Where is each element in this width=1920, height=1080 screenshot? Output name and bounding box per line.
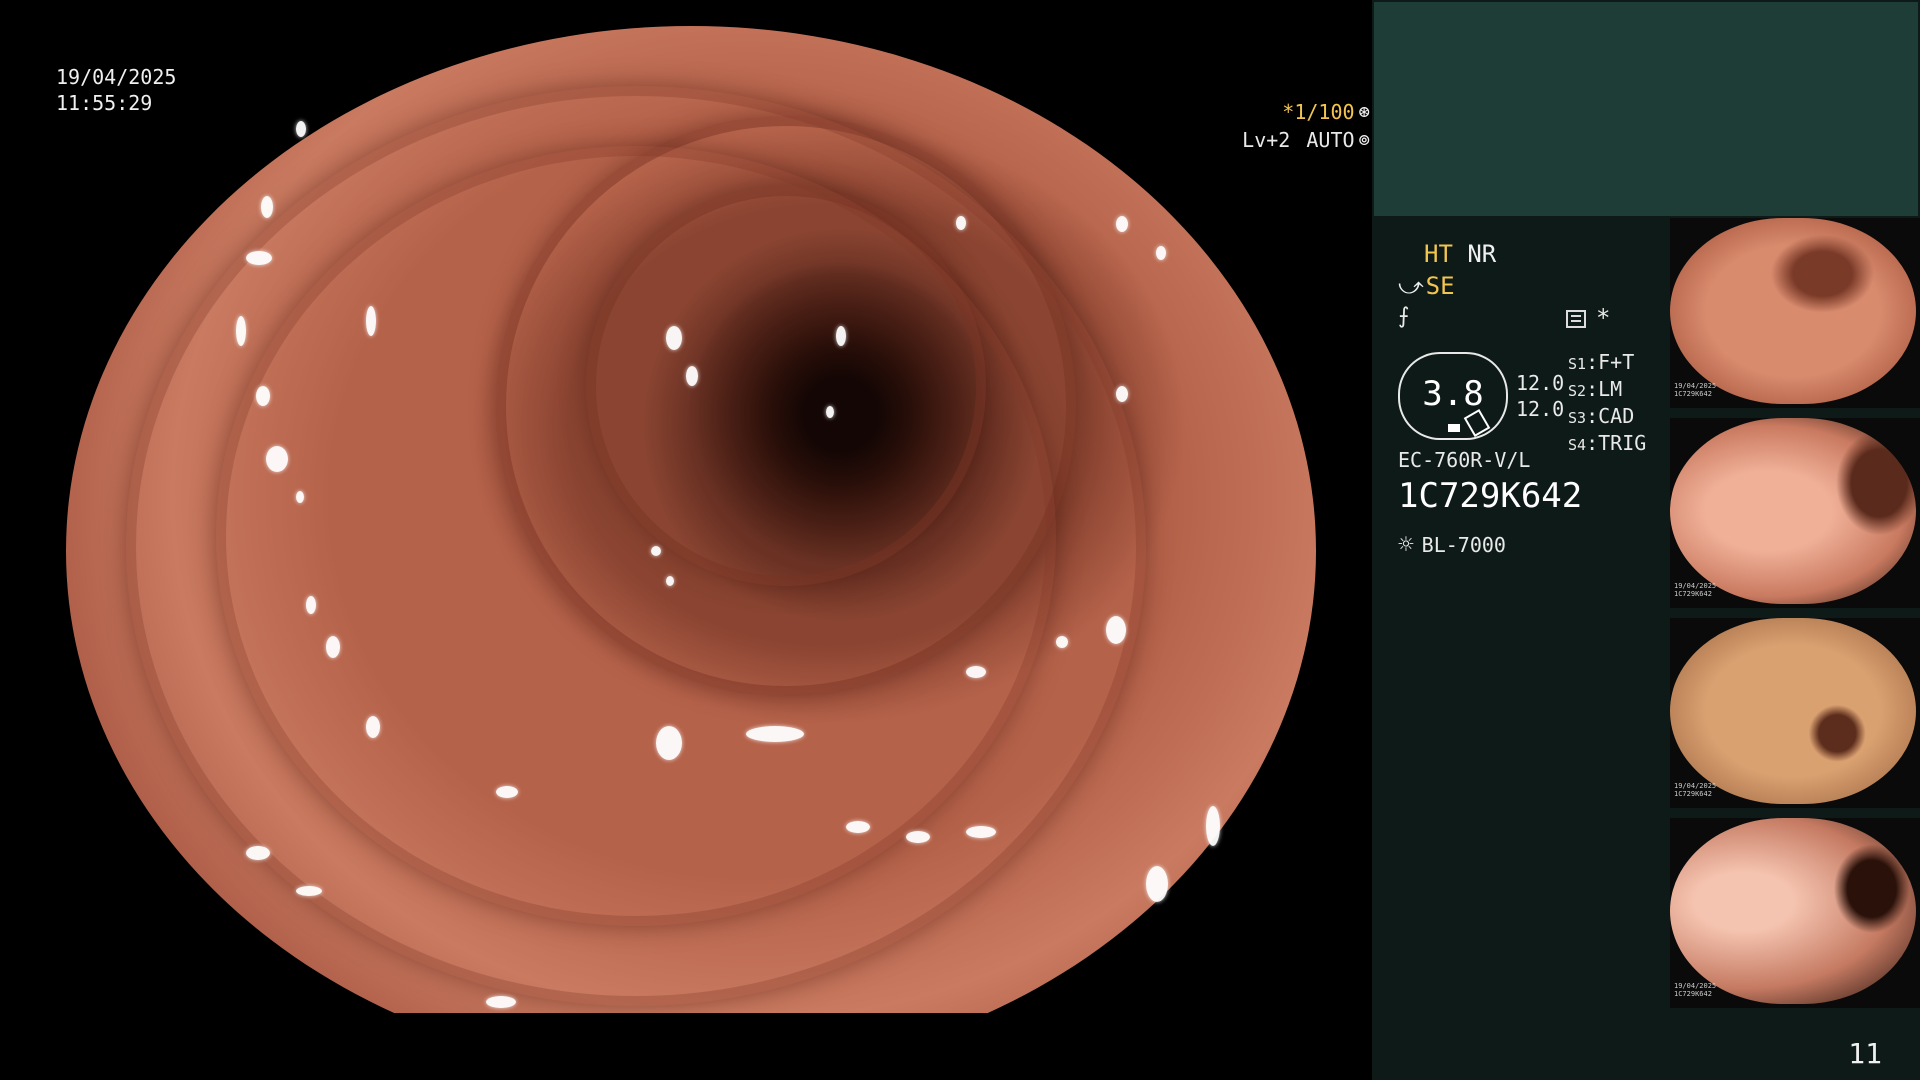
light-reflection — [836, 326, 846, 346]
light-reflection — [486, 996, 516, 1008]
light-reflection — [956, 216, 966, 230]
light-reflection — [496, 786, 518, 798]
image-counter: 11 — [1848, 1037, 1882, 1070]
thumbnail-label: 19/04/2025 1C729K642 — [1674, 782, 1717, 798]
light-reflection — [1056, 636, 1068, 648]
se-row: ⤻ SE — [1398, 272, 1455, 300]
recorder-icon — [1566, 310, 1586, 328]
mode-row: HT NR — [1424, 240, 1496, 268]
shutter-speed: *1/100 — [1282, 100, 1355, 124]
enhancement-row: Lv+2 AUTO ⊚ — [1110, 126, 1370, 154]
thumbnail[interactable]: 19/04/2025 1C729K642 — [1670, 618, 1920, 808]
light-reflection — [366, 716, 380, 738]
light-reflection — [296, 886, 322, 896]
thumbnail-image — [1670, 618, 1916, 804]
light-reflection — [236, 316, 246, 346]
light-reflection — [261, 196, 273, 218]
se-label: SE — [1425, 272, 1455, 300]
light-reflection — [656, 726, 682, 760]
time-text: 11:55:29 — [56, 91, 153, 115]
scope-body-icon — [1448, 424, 1460, 432]
thumbnail-label: 19/04/2025 1C729K642 — [1674, 382, 1717, 398]
scale-values: 12.0 12.0 — [1516, 370, 1564, 422]
thumbnail-image — [1670, 418, 1916, 604]
light-reflection — [246, 846, 270, 860]
light-reflection — [666, 326, 682, 350]
mucosal-fold — [216, 146, 1056, 926]
switch-row: S4:TRIG — [1568, 431, 1647, 455]
light-reflection — [826, 406, 834, 418]
light-reflection — [666, 576, 674, 586]
light-reflection — [651, 546, 661, 556]
light-source-row: ☼ BL-7000 — [1398, 530, 1506, 560]
imaging-settings-readout: *1/100 ⊛ Lv+2 AUTO ⊚ — [1110, 98, 1370, 154]
thumbnail-image — [1670, 218, 1916, 404]
light-reflection — [306, 596, 316, 614]
iris-mode: AUTO — [1306, 128, 1355, 152]
light-reflection — [296, 491, 304, 503]
zoom-badge: 3.8 — [1398, 352, 1508, 440]
light-reflection — [1146, 866, 1168, 902]
switch-row: S1:F+T — [1568, 350, 1635, 374]
light-reflection — [966, 826, 996, 838]
light-reflection — [366, 306, 376, 336]
light-reflection — [1106, 616, 1126, 644]
light-reflection — [1116, 386, 1128, 402]
switch-row: S2:LM — [1568, 377, 1623, 401]
panel-header-area — [1374, 2, 1918, 216]
scale-value: 12.0 — [1516, 371, 1565, 395]
light-source-icon: ☼ — [1398, 530, 1414, 560]
thumbnail[interactable]: 19/04/2025 1C729K642 — [1670, 818, 1920, 1008]
light-reflection — [966, 666, 986, 678]
light-reflection — [746, 726, 804, 742]
thumbnail-label: 19/04/2025 1C729K642 — [1674, 582, 1717, 598]
iris-icon: ⊚ — [1358, 129, 1370, 151]
light-reflection — [686, 366, 698, 386]
thumbnail-label: 19/04/2025 1C729K642 — [1674, 982, 1717, 998]
light-reflection — [266, 446, 288, 472]
light-source-model: BL-7000 — [1421, 533, 1506, 557]
light-reflection — [1116, 216, 1128, 232]
zoom-value: 3.8 — [1422, 374, 1484, 414]
scale-value: 12.0 — [1516, 397, 1565, 421]
light-reflection — [846, 821, 870, 833]
date-text: 19/04/2025 — [56, 65, 177, 89]
light-reflection — [1206, 806, 1220, 846]
scope-model: EC-760R-V/L — [1398, 448, 1531, 472]
light-reflection — [906, 831, 930, 843]
thumbnail[interactable]: 19/04/2025 1C729K642 — [1670, 218, 1920, 408]
endoscope-live-view: 19/04/2025 11:55:29 *1/100 ⊛ Lv+2 AUTO ⊚ — [0, 0, 1372, 1080]
mode-secondary: NR — [1467, 240, 1497, 268]
scope-serial-number: 1C729K642 — [1398, 476, 1583, 516]
light-reflection — [326, 636, 340, 658]
light-reflection — [246, 251, 272, 265]
aperture-icon: ⊛ — [1358, 101, 1370, 123]
light-reflection — [256, 386, 270, 406]
mode-primary: HT — [1424, 240, 1453, 268]
shutter-row: *1/100 ⊛ — [1110, 98, 1370, 126]
thumbnail-image — [1670, 818, 1916, 1004]
switch-row: S3:CAD — [1568, 404, 1635, 428]
star-marker: * — [1596, 304, 1611, 332]
date-time-readout: 19/04/2025 11:55:29 — [56, 64, 176, 116]
thumbnail[interactable]: 19/04/2025 1C729K642 — [1670, 418, 1920, 608]
scope-switch-list: S1:F+T S2:LM S3:CAD S4:TRIG — [1568, 350, 1646, 458]
structure-enhancement-icon: ⤻ — [1398, 272, 1424, 300]
enhancement-level: Lv+2 — [1242, 128, 1291, 152]
endoscopic-image — [66, 26, 1316, 1013]
light-reflection — [296, 121, 306, 137]
tone-icon: ⨍ — [1398, 304, 1410, 329]
light-reflection — [1156, 246, 1166, 260]
